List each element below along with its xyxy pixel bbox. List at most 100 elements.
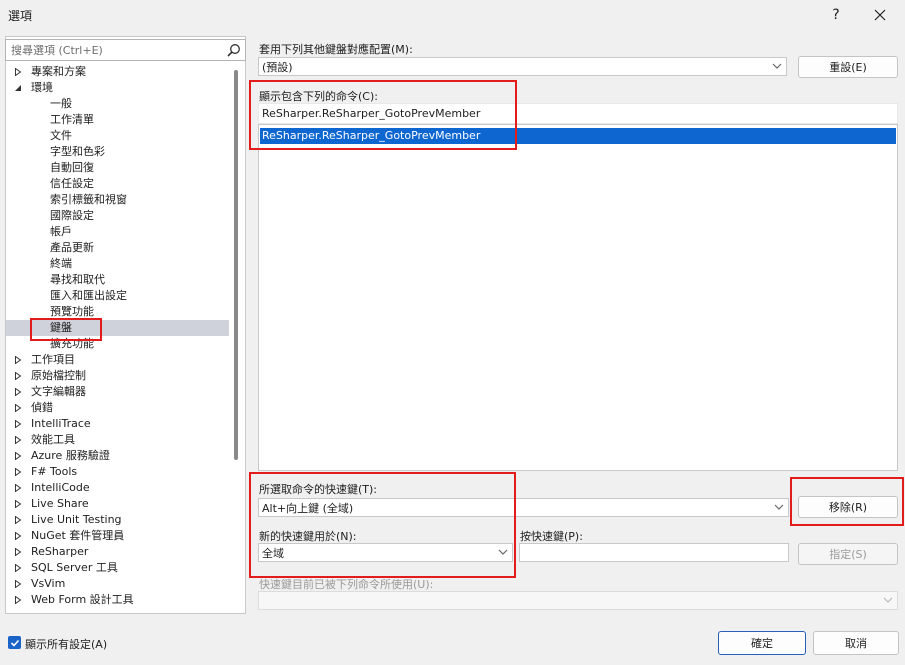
mapping-scheme-dropdown[interactable]: (預設): [258, 57, 787, 76]
tree-item-label: ReSharper: [31, 545, 89, 558]
title-bar: 選項 ?: [0, 0, 905, 30]
tree-item-label: NuGet 套件管理員: [31, 529, 125, 542]
tree-item[interactable]: 文字編輯器: [6, 384, 229, 400]
tree-item[interactable]: 信任設定: [6, 176, 229, 192]
tree-item-label: 帳戶: [50, 225, 72, 238]
tree-item-label: Live Unit Testing: [31, 513, 122, 526]
tree-item[interactable]: 自動回復: [6, 160, 229, 176]
collapsed-arrow-icon[interactable]: [14, 580, 22, 588]
cancel-button[interactable]: 取消: [813, 631, 899, 655]
show-all-label[interactable]: 顯示所有設定(A): [25, 636, 107, 652]
collapsed-arrow-icon[interactable]: [14, 68, 22, 76]
collapsed-arrow-icon[interactable]: [14, 372, 22, 380]
tree-item[interactable]: 終端: [6, 256, 229, 272]
collapsed-arrow-icon[interactable]: [14, 516, 22, 524]
commands-list[interactable]: ReSharper.ReSharper_GotoPrevMember: [258, 124, 898, 471]
tree-item[interactable]: 原始檔控制: [6, 368, 229, 384]
collapsed-arrow-icon[interactable]: [14, 436, 22, 444]
tree-item-label: 工作項目: [31, 353, 75, 366]
collapsed-arrow-icon[interactable]: [14, 596, 22, 604]
chevron-down-icon: [772, 63, 782, 69]
used-by-dropdown[interactable]: [258, 591, 898, 610]
collapsed-arrow-icon[interactable]: [14, 420, 22, 428]
tree-item[interactable]: 尋找和取代: [6, 272, 229, 288]
tree-item[interactable]: Live Unit Testing: [6, 512, 229, 528]
tree-item-label: IntelliTrace: [31, 417, 91, 430]
close-icon: [874, 9, 886, 21]
tree-item[interactable]: 效能工具: [6, 432, 229, 448]
tree-item-label: 一般: [50, 97, 72, 110]
tree-item-label: VsVim: [31, 577, 66, 590]
search-icon: [227, 44, 240, 57]
tree-item[interactable]: 專案和方案: [6, 64, 229, 80]
tree-item-label: F# Tools: [31, 465, 78, 478]
tree-item-label: 偵錯: [31, 401, 53, 414]
tree-item-label: 文字編輯器: [31, 385, 86, 398]
collapsed-arrow-icon[interactable]: [14, 548, 22, 556]
tree-item[interactable]: 國際設定: [6, 208, 229, 224]
press-keys-input[interactable]: [519, 543, 789, 562]
press-keys-label: 按快速鍵(P):: [520, 530, 583, 543]
tree-item[interactable]: F# Tools: [6, 464, 229, 480]
tree-item[interactable]: VsVim: [6, 576, 229, 592]
help-button[interactable]: ?: [814, 0, 858, 30]
tree-item[interactable]: 字型和色彩: [6, 144, 229, 160]
tree-item-label: IntelliCode: [31, 481, 90, 494]
tree-item[interactable]: ReSharper: [6, 544, 229, 560]
tree-scrollbar[interactable]: [234, 70, 238, 460]
close-button[interactable]: [858, 0, 902, 30]
tree-item-label: SQL Server 工具: [31, 561, 118, 574]
tree-item[interactable]: Web Form 設計工具: [6, 592, 229, 608]
ok-button[interactable]: 確定: [718, 631, 806, 655]
tree-item[interactable]: SQL Server 工具: [6, 560, 229, 576]
window-title: 選項: [8, 9, 33, 23]
assign-button[interactable]: 指定(S): [798, 543, 898, 565]
tree-item-label: 文件: [50, 129, 72, 142]
tree-item[interactable]: IntelliCode: [6, 480, 229, 496]
tree-item-label: Live Share: [31, 497, 89, 510]
highlight-box-commands: [249, 80, 517, 150]
collapsed-arrow-icon[interactable]: [14, 356, 22, 364]
tree-item[interactable]: 一般: [6, 96, 229, 112]
show-all-checkbox[interactable]: [8, 636, 21, 649]
tree-item-label: 自動回復: [50, 161, 94, 174]
collapsed-arrow-icon[interactable]: [14, 388, 22, 396]
tree-item-label: 索引標籤和視窗: [50, 193, 127, 206]
tree-item[interactable]: Azure 服務驗證: [6, 448, 229, 464]
search-input[interactable]: 搜尋選項 (Ctrl+E): [5, 39, 246, 61]
mapping-scheme-value: (預設): [262, 60, 293, 74]
tree-item[interactable]: 匯入和匯出設定: [6, 288, 229, 304]
collapsed-arrow-icon[interactable]: [14, 484, 22, 492]
highlight-box-shortcuts: [249, 472, 516, 578]
tree-item-label: 國際設定: [50, 209, 94, 222]
tree-item-label: Web Form 設計工具: [31, 593, 134, 606]
tree-item[interactable]: 文件: [6, 128, 229, 144]
collapsed-arrow-icon[interactable]: [14, 532, 22, 540]
highlight-box-remove: [790, 477, 904, 526]
collapsed-arrow-icon[interactable]: [14, 564, 22, 572]
expanded-arrow-icon[interactable]: [14, 84, 22, 92]
tree-item[interactable]: Live Share: [6, 496, 229, 512]
tree-item[interactable]: 偵錯: [6, 400, 229, 416]
tree-item-label: Azure 服務驗證: [31, 449, 110, 462]
tree-item[interactable]: 帳戶: [6, 224, 229, 240]
tree-item[interactable]: 產品更新: [6, 240, 229, 256]
collapsed-arrow-icon[interactable]: [14, 468, 22, 476]
reset-button[interactable]: 重設(E): [798, 56, 898, 78]
tree-item[interactable]: 索引標籤和視窗: [6, 192, 229, 208]
check-icon: [10, 639, 19, 647]
collapsed-arrow-icon[interactable]: [14, 500, 22, 508]
mapping-scheme-label: 套用下列其他鍵盤對應配置(M):: [259, 43, 413, 56]
tree-item-label: 專案和方案: [31, 65, 86, 78]
tree-item[interactable]: 環境: [6, 80, 229, 96]
collapsed-arrow-icon[interactable]: [14, 404, 22, 412]
tree-item-label: 原始檔控制: [31, 369, 86, 382]
tree-item[interactable]: 工作項目: [6, 352, 229, 368]
tree-item[interactable]: IntelliTrace: [6, 416, 229, 432]
tree-item-label: 產品更新: [50, 241, 94, 254]
tree-item[interactable]: NuGet 套件管理員: [6, 528, 229, 544]
collapsed-arrow-icon[interactable]: [14, 452, 22, 460]
tree-item[interactable]: 工作清單: [6, 112, 229, 128]
chevron-down-icon: [774, 504, 784, 510]
tree-item-label: 字型和色彩: [50, 145, 105, 158]
